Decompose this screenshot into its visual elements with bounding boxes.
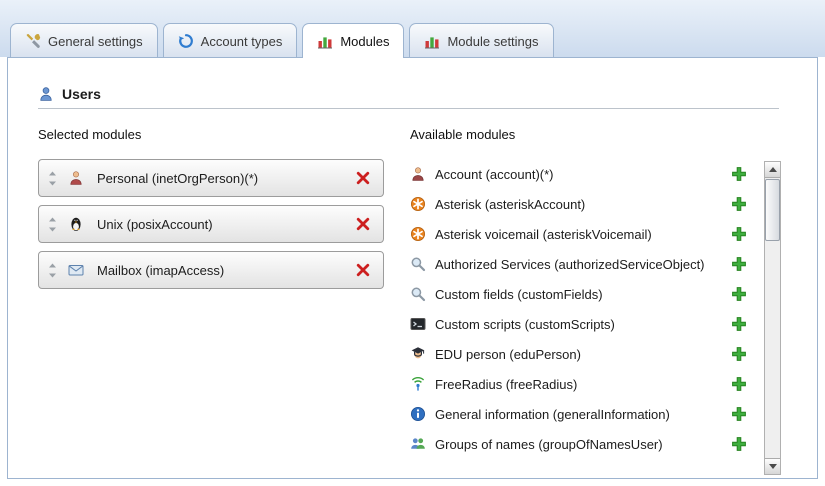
asterisk-voicemail-icon [410,226,426,242]
modules-columns: Selected modules Personal (inetOrgPerson… [32,123,781,475]
section-users: Users [38,86,781,102]
remove-module-button[interactable] [355,262,371,278]
tab-modules[interactable]: Modules [302,23,404,58]
search-icon [410,286,426,302]
available-module-row: Custom fields (customFields) [410,279,751,309]
add-module-button[interactable] [731,436,747,452]
unix-icon [68,216,84,232]
available-module-row: Account (account)(*) [410,159,751,189]
module-settings-icon [424,33,440,49]
tab-label: Module settings [447,34,538,49]
available-module-row: EDU person (eduPerson) [410,339,751,369]
account-types-icon [178,33,194,49]
module-name: Asterisk voicemail (asteriskVoicemail) [435,227,652,242]
module-name: Custom scripts (customScripts) [435,317,615,332]
add-module-button[interactable] [731,406,747,422]
drag-handle-icon[interactable] [47,216,57,232]
module-name: General information (generalInformation) [435,407,670,422]
section-divider [38,108,779,109]
available-modules-column: Available modules Account (account)(*) As… [410,123,781,475]
module-name: Authorized Services (authorizedServiceOb… [435,257,705,272]
available-modules-list: Account (account)(*) Asterisk (asteriskAc… [410,159,751,459]
available-module-row: General information (generalInformation) [410,399,751,429]
selected-module-row[interactable]: Unix (posixAccount) [38,205,384,243]
modules-icon [317,33,333,49]
add-module-button[interactable] [731,166,747,182]
available-modules-wrap: Account (account)(*) Asterisk (asteriskAc… [410,159,781,475]
users-icon [38,86,54,102]
add-module-button[interactable] [731,376,747,392]
available-module-row: Groups of names (groupOfNamesUser) [410,429,751,459]
scrollbar-thumb[interactable] [765,179,780,241]
available-module-row: Asterisk voicemail (asteriskVoicemail) [410,219,751,249]
available-modules-label: Available modules [410,127,781,142]
add-module-button[interactable] [731,196,747,212]
module-name: Unix (posixAccount) [97,217,213,232]
selected-module-row[interactable]: Personal (inetOrgPerson)(*) [38,159,384,197]
scrollbar-track[interactable] [765,178,780,458]
module-name: Personal (inetOrgPerson)(*) [97,171,258,186]
tab-general-settings[interactable]: General settings [10,23,158,57]
available-module-row: FreeRadius (freeRadius) [410,369,751,399]
add-module-button[interactable] [731,256,747,272]
edu-person-icon [410,346,426,362]
scrollbar[interactable] [764,161,781,475]
content-panel: Users Selected modules Personal (inetOrg… [7,57,818,479]
scrollbar-up-button[interactable] [765,162,780,178]
selected-modules-label: Selected modules [38,127,384,142]
account-icon [410,166,426,182]
scroll-up-arrow-icon [769,167,777,172]
selected-module-row[interactable]: Mailbox (imapAccess) [38,251,384,289]
add-module-button[interactable] [731,286,747,302]
module-name: FreeRadius (freeRadius) [435,377,577,392]
tab-module-settings[interactable]: Module settings [409,23,553,57]
available-module-row: Custom scripts (customScripts) [410,309,751,339]
search-icon [410,256,426,272]
available-module-row: Authorized Services (authorizedServiceOb… [410,249,751,279]
tab-bar: General settings Account types Modules Modu… [0,0,825,57]
mailbox-icon [68,262,84,278]
selected-modules-list: Personal (inetOrgPerson)(*) Unix (posixAc… [38,159,384,289]
drag-handle-icon[interactable] [47,170,57,186]
group-icon [410,436,426,452]
module-name: EDU person (eduPerson) [435,347,581,362]
add-module-button[interactable] [731,346,747,362]
selected-modules-column: Selected modules Personal (inetOrgPerson… [38,123,384,475]
tab-account-types[interactable]: Account types [163,23,298,57]
remove-module-button[interactable] [355,170,371,186]
available-module-row: Asterisk (asteriskAccount) [410,189,751,219]
remove-module-button[interactable] [355,216,371,232]
scrollbar-down-button[interactable] [765,458,780,474]
drag-handle-icon[interactable] [47,262,57,278]
general-settings-icon [25,33,41,49]
module-name: Groups of names (groupOfNamesUser) [435,437,663,452]
info-icon [410,406,426,422]
module-name: Asterisk (asteriskAccount) [435,197,585,212]
script-icon [410,316,426,332]
section-title: Users [62,86,101,102]
scroll-down-arrow-icon [769,464,777,469]
tab-label: Account types [201,34,283,49]
freeradius-icon [410,376,426,392]
tab-label: General settings [48,34,143,49]
add-module-button[interactable] [731,316,747,332]
module-name: Custom fields (customFields) [435,287,603,302]
add-module-button[interactable] [731,226,747,242]
module-name: Account (account)(*) [435,167,554,182]
module-name: Mailbox (imapAccess) [97,263,224,278]
tab-label: Modules [340,34,389,49]
personal-icon [68,170,84,186]
asterisk-icon [410,196,426,212]
